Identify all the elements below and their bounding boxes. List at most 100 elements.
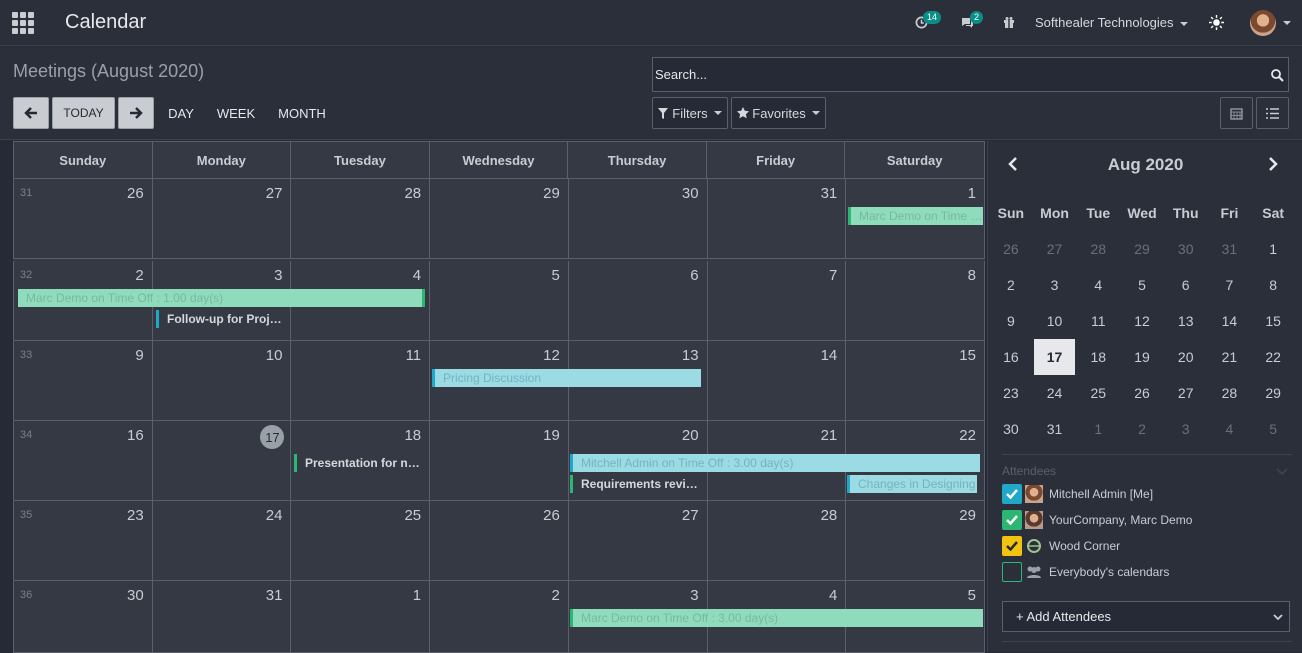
day-cell[interactable]: 1 xyxy=(291,581,431,653)
mini-day[interactable]: 13 xyxy=(1164,303,1208,339)
mini-day[interactable]: 20 xyxy=(1164,339,1208,375)
day-cell[interactable]: 31 xyxy=(707,179,847,259)
day-cell[interactable]: 29 xyxy=(430,179,569,259)
day-cell[interactable]: 14 xyxy=(707,341,847,421)
mini-day[interactable]: 29 xyxy=(1120,231,1164,267)
mini-day[interactable]: 16 xyxy=(989,339,1033,375)
day-cell[interactable]: 26 xyxy=(430,501,569,581)
mini-day[interactable]: 26 xyxy=(1120,375,1164,411)
mini-day[interactable]: 26 xyxy=(989,231,1033,267)
today-button[interactable]: TODAY xyxy=(52,97,115,129)
mini-day[interactable]: 3 xyxy=(1033,267,1077,303)
day-cell[interactable]: 8 xyxy=(846,261,985,341)
mini-day[interactable]: 5 xyxy=(1120,267,1164,303)
mini-day[interactable]: 1 xyxy=(1076,411,1120,447)
calendar-event[interactable]: Mitchell Admin on Time Off : 3.00 day(s) xyxy=(570,454,980,472)
attendee-filter-item[interactable]: YourCompany, Marc Demo xyxy=(1002,509,1192,531)
calendar-event[interactable]: Changes in Designing xyxy=(847,475,977,493)
chevron-down-icon[interactable] xyxy=(1276,468,1288,476)
day-cell[interactable]: 25 xyxy=(291,501,431,581)
mini-day[interactable]: 12 xyxy=(1120,303,1164,339)
day-cell[interactable]: 17 xyxy=(152,421,292,501)
next-button[interactable] xyxy=(118,97,154,129)
mini-day[interactable]: 23 xyxy=(989,375,1033,411)
mini-day[interactable]: 18 xyxy=(1076,339,1120,375)
mini-day[interactable]: 2 xyxy=(989,267,1033,303)
list-view-button[interactable] xyxy=(1256,97,1289,129)
mini-day[interactable]: 27 xyxy=(1164,375,1208,411)
mini-day-selected[interactable]: 17 xyxy=(1033,339,1076,375)
calendar-event[interactable]: Pricing Discussion xyxy=(432,369,701,387)
calendar-event[interactable]: Presentation for ne… xyxy=(294,454,424,472)
user-menu-chevron-icon[interactable] xyxy=(1283,21,1291,25)
mini-day[interactable]: 14 xyxy=(1208,303,1252,339)
mini-day[interactable]: 25 xyxy=(1076,375,1120,411)
day-cell[interactable]: 34 16 xyxy=(14,421,153,501)
calendar-event[interactable]: Marc Demo on Time Off : 1.00 day(s) xyxy=(18,289,425,307)
favorites-button[interactable]: Favorites xyxy=(731,97,826,129)
mini-day[interactable]: 4 xyxy=(1208,411,1252,447)
mini-day[interactable]: 31 xyxy=(1033,411,1077,447)
mini-day[interactable]: 7 xyxy=(1208,267,1252,303)
day-cell[interactable]: 27 xyxy=(568,501,708,581)
day-cell[interactable]: 35 23 xyxy=(14,501,153,581)
day-cell[interactable]: 6 xyxy=(568,261,708,341)
day-cell[interactable]: 31 xyxy=(152,581,292,653)
day-cell[interactable]: 31 26 xyxy=(14,179,153,259)
day-cell[interactable]: 2 xyxy=(430,581,569,653)
mini-day[interactable]: 24 xyxy=(1033,375,1077,411)
mini-day[interactable]: 30 xyxy=(1164,231,1208,267)
day-cell[interactable]: 28 xyxy=(707,501,847,581)
sun-icon[interactable] xyxy=(1209,15,1224,30)
day-cell[interactable]: 28 xyxy=(291,179,431,259)
calendar-event[interactable]: Requirements review xyxy=(570,475,700,493)
mini-day[interactable]: 30 xyxy=(989,411,1033,447)
day-cell[interactable]: 36 30 xyxy=(14,581,153,653)
mini-day[interactable]: 6 xyxy=(1164,267,1208,303)
day-cell[interactable]: 10 xyxy=(152,341,292,421)
search-input[interactable] xyxy=(653,58,1253,91)
mini-day[interactable]: 8 xyxy=(1251,267,1295,303)
day-cell[interactable]: 30 xyxy=(568,179,708,259)
add-attendees-select[interactable]: + Add Attendees xyxy=(1002,601,1290,632)
filters-button[interactable]: Filters xyxy=(652,97,728,129)
attendee-filter-item[interactable]: Mitchell Admin [Me] xyxy=(1002,483,1153,505)
view-week-button[interactable]: WEEK xyxy=(212,97,260,129)
attendee-filter-item[interactable]: Everybody's calendars xyxy=(1002,561,1169,583)
calendar-event[interactable]: Follow-up for Proje… xyxy=(156,310,286,328)
calendar-view-button[interactable] xyxy=(1220,97,1253,129)
gift-icon[interactable] xyxy=(1003,16,1015,29)
mini-day[interactable]: 9 xyxy=(989,303,1033,339)
checkbox[interactable] xyxy=(1002,510,1022,530)
mini-day[interactable]: 2 xyxy=(1120,411,1164,447)
previous-button[interactable] xyxy=(13,97,49,129)
app-title[interactable]: Calendar xyxy=(65,11,146,34)
view-month-button[interactable]: MONTH xyxy=(272,97,332,129)
view-day-button[interactable]: DAY xyxy=(163,97,199,129)
day-cell[interactable]: 29 xyxy=(846,501,985,581)
checkbox[interactable] xyxy=(1002,562,1022,582)
day-cell[interactable]: 5 xyxy=(430,261,569,341)
calendar-event[interactable]: Marc Demo on Time Off : 1.00 day(s) xyxy=(848,207,983,225)
search-icon[interactable] xyxy=(1270,68,1284,82)
mini-day[interactable]: 3 xyxy=(1164,411,1208,447)
day-cell[interactable]: 24 xyxy=(152,501,292,581)
attendee-filter-item[interactable]: Wood Corner xyxy=(1002,535,1120,557)
day-cell[interactable]: 27 xyxy=(152,179,292,259)
mini-day[interactable]: 28 xyxy=(1208,375,1252,411)
day-cell[interactable]: 7 xyxy=(707,261,847,341)
mini-day[interactable]: 10 xyxy=(1033,303,1077,339)
day-cell[interactable]: 33 9 xyxy=(14,341,153,421)
mini-day[interactable]: 11 xyxy=(1076,303,1120,339)
mini-day[interactable]: 27 xyxy=(1033,231,1077,267)
mini-day[interactable]: 28 xyxy=(1076,231,1120,267)
mini-day[interactable]: 15 xyxy=(1251,303,1295,339)
day-cell[interactable]: 15 xyxy=(846,341,985,421)
company-switcher[interactable]: Softhealer Technologies xyxy=(1035,15,1188,30)
mini-day[interactable]: 22 xyxy=(1251,339,1295,375)
mini-day[interactable]: 31 xyxy=(1208,231,1252,267)
mini-day[interactable]: 4 xyxy=(1076,267,1120,303)
mini-day[interactable]: 1 xyxy=(1251,231,1295,267)
mini-day[interactable]: 29 xyxy=(1251,375,1295,411)
next-month-chevron-icon[interactable] xyxy=(1268,155,1278,176)
